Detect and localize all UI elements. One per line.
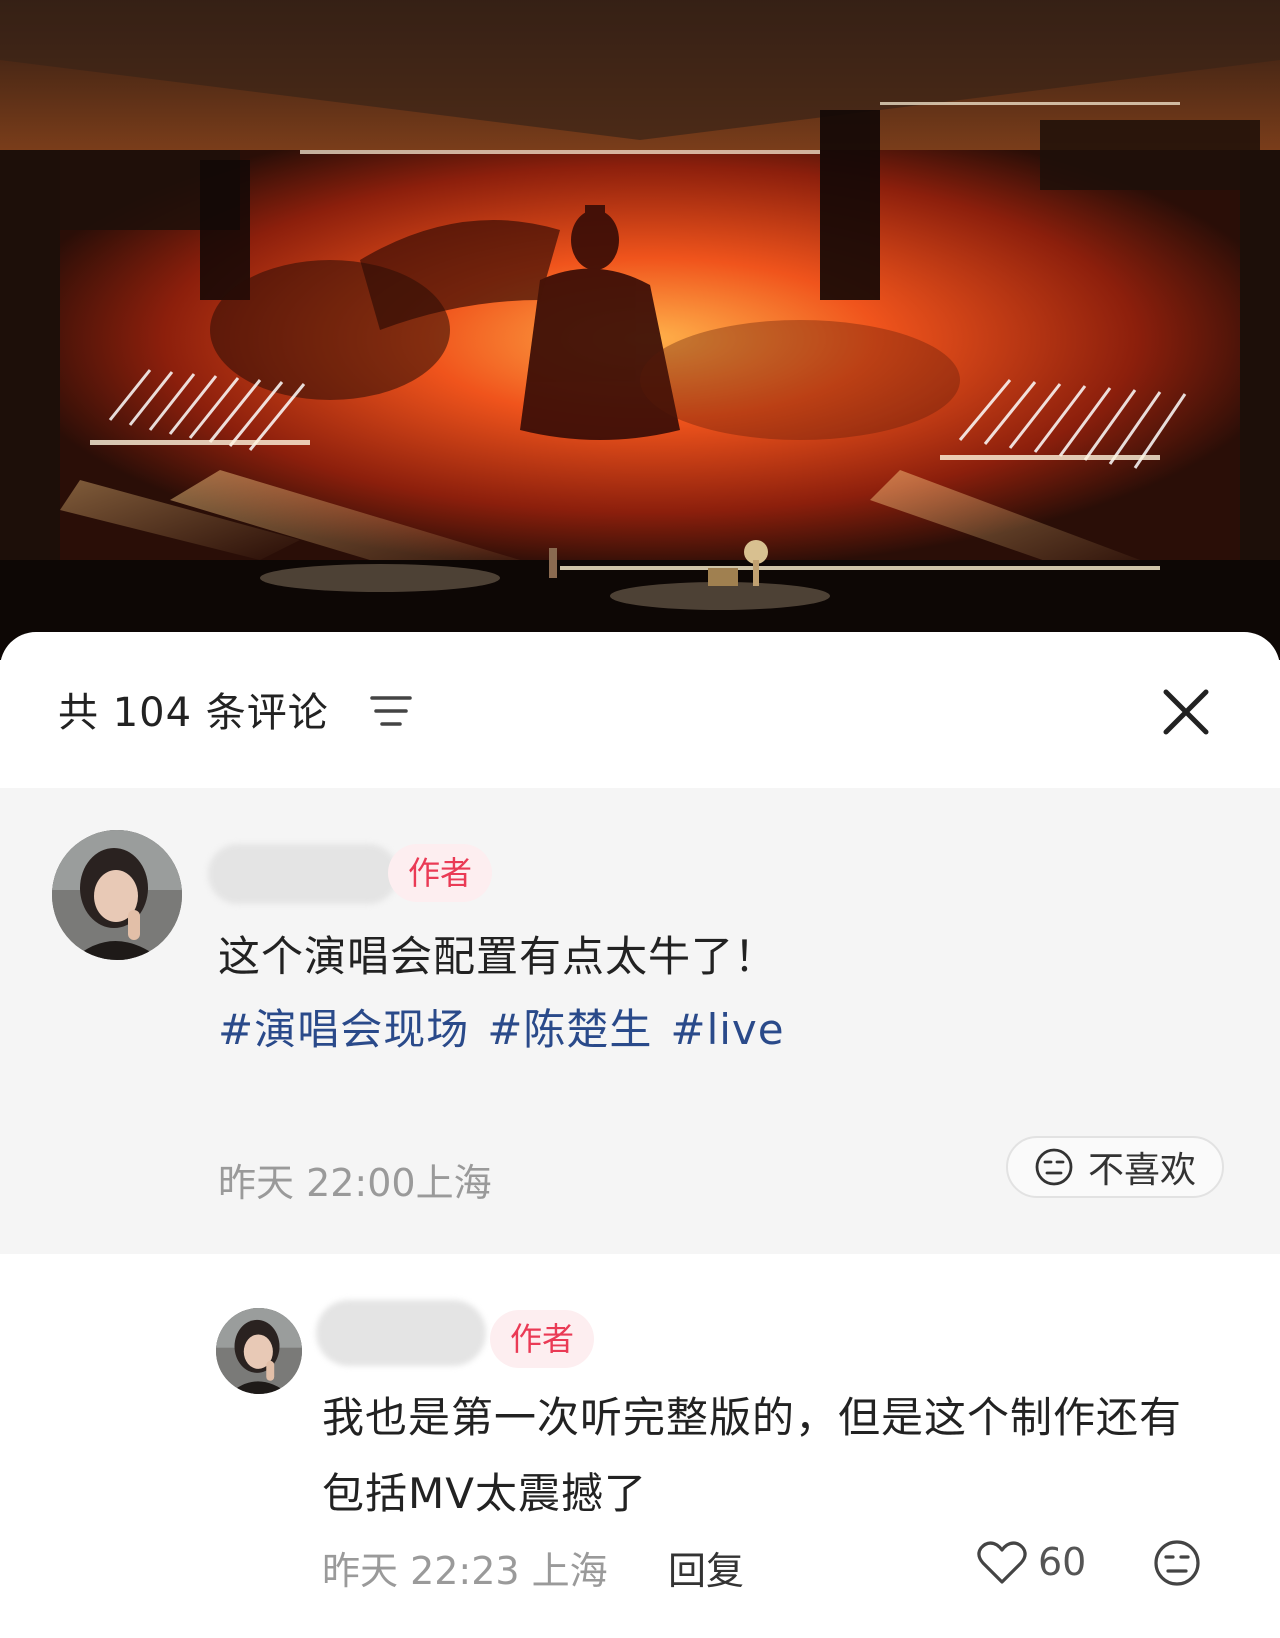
author-badge: 作者	[388, 844, 493, 902]
dislike-button[interactable]: 不喜欢	[1006, 1136, 1224, 1198]
dislike-label: 不喜欢	[1087, 1150, 1196, 1191]
username-blurred	[208, 844, 398, 904]
close-icon[interactable]	[1160, 686, 1212, 738]
heart-icon	[977, 1541, 1027, 1584]
comment-meta: 昨天 22:00上海	[218, 1161, 492, 1205]
reply-button[interactable]: 回复	[668, 1540, 744, 1595]
comment-text: 这个演唱会配置有点太牛了！	[218, 932, 778, 981]
like-count: 60	[1038, 1540, 1087, 1584]
concert-photo[interactable]	[0, 0, 1280, 660]
reply-item: 作者 我也是第一次听完整版的，但是这个制作还有包括MV太震撼了 昨天 22:23…	[0, 1254, 1280, 1638]
sort-filter-icon[interactable]	[370, 694, 412, 728]
hashtag-link[interactable]: #演唱会现场	[218, 1005, 469, 1054]
hashtag-link[interactable]: #live	[670, 1005, 784, 1054]
hashtag-list: #演唱会现场 #陈楚生 #live	[218, 996, 803, 1057]
comment-sheet: 共 104 条评论 作者 这个演唱会配置有点太牛了！ #演唱会现场 #陈楚生 #…	[0, 632, 1280, 1638]
author-badge: 作者	[490, 1310, 595, 1368]
username-blurred	[316, 1300, 486, 1366]
hashtag-link[interactable]: #陈楚生	[487, 1005, 652, 1054]
like-button[interactable]: 60	[976, 1538, 1086, 1586]
neutral-face-icon	[1035, 1148, 1073, 1186]
comment-count-title: 共 104 条评论	[58, 690, 329, 736]
reply-meta: 昨天 22:23 上海	[322, 1549, 608, 1593]
comment-sheet-header: 共 104 条评论	[0, 632, 1280, 788]
avatar[interactable]	[216, 1308, 302, 1394]
reply-text: 我也是第一次听完整版的，但是这个制作还有包括MV太震撼了	[322, 1393, 1183, 1518]
neutral-face-icon[interactable]	[1152, 1538, 1202, 1588]
comment-item: 作者 这个演唱会配置有点太牛了！ #演唱会现场 #陈楚生 #live 昨天 22:0…	[0, 788, 1280, 1254]
avatar[interactable]	[52, 830, 182, 960]
